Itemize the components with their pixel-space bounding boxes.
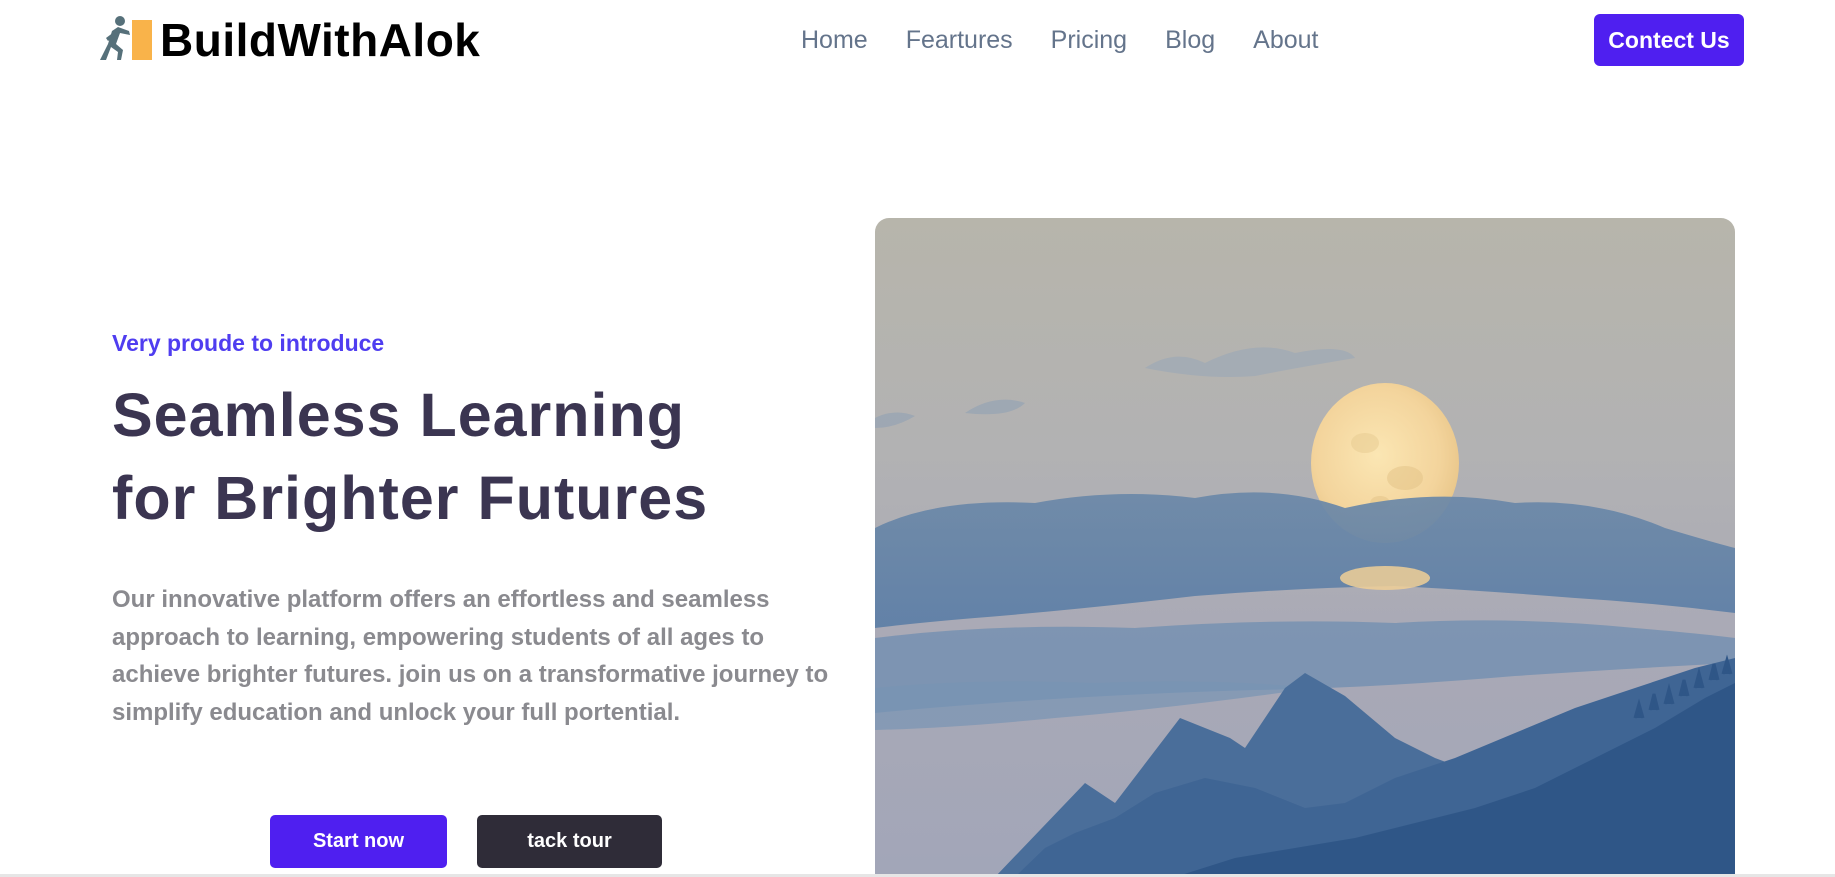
site-header: BuildWithAlok Home Feartures Pricing Blo… xyxy=(0,0,1835,80)
hero-eyebrow: Very proude to introduce xyxy=(112,330,385,356)
hero-description: Our innovative platform offers an effort… xyxy=(112,586,829,726)
nav-item-pricing[interactable]: Pricing xyxy=(1051,22,1127,58)
moon-mountain-illustration xyxy=(875,218,1735,877)
hero-title: Seamless Learning for Brighter Futures xyxy=(112,374,832,540)
nav-item-about[interactable]: About xyxy=(1253,22,1318,58)
brand[interactable]: BuildWithAlok xyxy=(94,14,480,66)
main-nav: Home Feartures Pricing Blog About xyxy=(801,22,1318,58)
nav-item-home[interactable]: Home xyxy=(801,22,868,58)
take-tour-button[interactable]: tack tour xyxy=(477,815,662,868)
hero-title-line-2: for Brighter Futures xyxy=(112,464,709,532)
landing-page: BuildWithAlok Home Feartures Pricing Blo… xyxy=(0,0,1835,877)
hero-title-line-1: Seamless Learning xyxy=(112,381,686,449)
start-now-button[interactable]: Start now xyxy=(270,815,447,868)
brand-name: BuildWithAlok xyxy=(160,14,481,66)
nav-item-blog[interactable]: Blog xyxy=(1165,22,1215,58)
nav-item-features[interactable]: Feartures xyxy=(906,22,1013,58)
contact-us-button[interactable]: Contect Us xyxy=(1594,14,1744,66)
person-pushing-block-icon xyxy=(94,14,160,66)
hero-image xyxy=(875,218,1735,877)
